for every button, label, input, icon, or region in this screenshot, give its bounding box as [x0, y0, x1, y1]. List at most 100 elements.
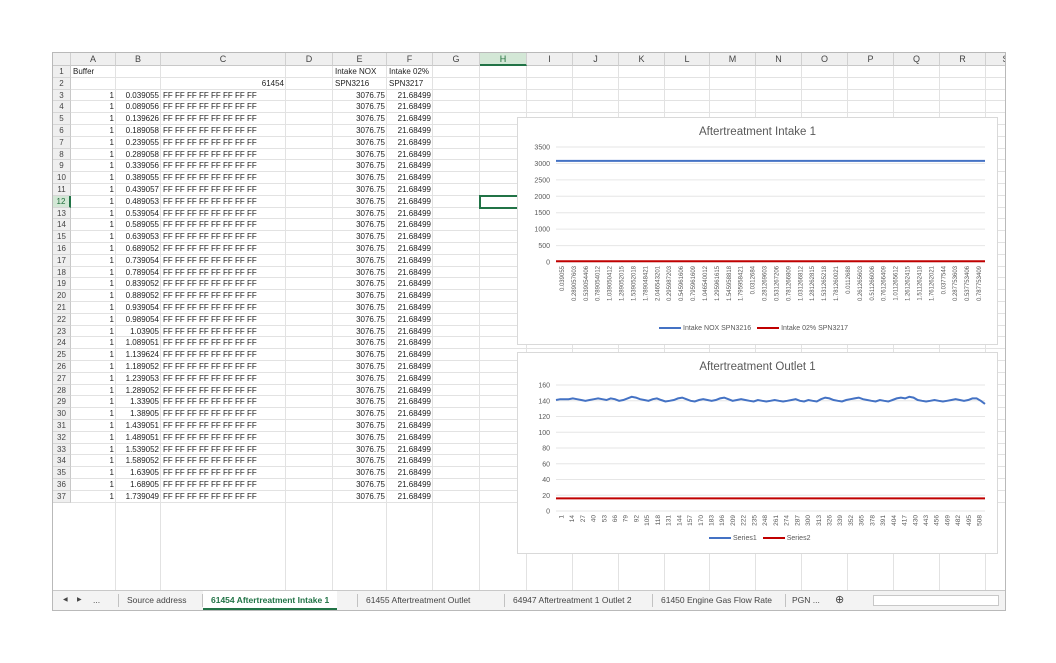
- cell-a22[interactable]: 1: [73, 314, 114, 326]
- cell-a5[interactable]: 1: [73, 113, 114, 125]
- cell-f14[interactable]: 21.68499: [389, 219, 431, 231]
- cell-e13[interactable]: 3076.75: [335, 208, 385, 220]
- cell-a31[interactable]: 1: [73, 420, 114, 432]
- cell-e7[interactable]: 3076.75: [335, 137, 385, 149]
- row-header-17[interactable]: 17: [53, 254, 71, 267]
- column-header-o[interactable]: O: [802, 53, 848, 66]
- cell-c10[interactable]: FF FF FF FF FF FF FF FF: [163, 172, 284, 184]
- row-header-20[interactable]: 20: [53, 290, 71, 302]
- cell-a7[interactable]: 1: [73, 137, 114, 149]
- cell-e24[interactable]: 3076.75: [335, 337, 385, 349]
- cell-c19[interactable]: FF FF FF FF FF FF FF FF: [163, 278, 284, 290]
- cell-e18[interactable]: 3076.75: [335, 267, 385, 279]
- cell-f10[interactable]: 21.68499: [389, 172, 431, 184]
- cell-a16[interactable]: 1: [73, 243, 114, 255]
- cell-b25[interactable]: 1.139624: [118, 349, 159, 361]
- cell-f25[interactable]: 21.68499: [389, 349, 431, 361]
- sheet-nav-prev-icon[interactable]: ◀: [63, 591, 68, 610]
- cell-f30[interactable]: 21.68499: [389, 408, 431, 420]
- row-header-13[interactable]: 13: [53, 207, 71, 220]
- cell-b14[interactable]: 0.589055: [118, 219, 159, 231]
- cell-a26[interactable]: 1: [73, 361, 114, 373]
- cell-e5[interactable]: 3076.75: [335, 113, 385, 125]
- cell-a4[interactable]: 1: [73, 101, 114, 113]
- row-header-1[interactable]: 1: [53, 66, 71, 78]
- cell-c24[interactable]: FF FF FF FF FF FF FF FF: [163, 337, 284, 349]
- cell-a30[interactable]: 1: [73, 408, 114, 420]
- cell-e11[interactable]: 3076.75: [335, 184, 385, 196]
- cell-c7[interactable]: FF FF FF FF FF FF FF FF: [163, 137, 284, 149]
- sheet-tab-4[interactable]: 64947 Aftertreatment 1 Outlet 2: [505, 591, 640, 610]
- cell-b37[interactable]: 1.739049: [118, 491, 159, 503]
- row-header-12[interactable]: 12: [53, 195, 71, 208]
- cell-c21[interactable]: FF FF FF FF FF FF FF FF: [163, 302, 284, 314]
- sheet-tabs-overflow-button[interactable]: ...: [93, 591, 100, 610]
- cell-e1[interactable]: Intake NOX: [335, 66, 385, 78]
- cell-b10[interactable]: 0.389055: [118, 172, 159, 184]
- cell-a21[interactable]: 1: [73, 302, 114, 314]
- cell-a9[interactable]: 1: [73, 160, 114, 172]
- cell-b36[interactable]: 1.68905: [118, 479, 159, 491]
- cell-c33[interactable]: FF FF FF FF FF FF FF FF: [163, 444, 284, 456]
- cell-c30[interactable]: FF FF FF FF FF FF FF FF: [163, 408, 284, 420]
- cell-c14[interactable]: FF FF FF FF FF FF FF FF: [163, 219, 284, 231]
- cell-e20[interactable]: 3076.75: [335, 290, 385, 302]
- cell-b23[interactable]: 1.03905: [118, 326, 159, 338]
- cell-f28[interactable]: 21.68499: [389, 385, 431, 397]
- cell-c22[interactable]: FF FF FF FF FF FF FF FF: [163, 314, 284, 326]
- column-header-d[interactable]: D: [286, 53, 333, 66]
- column-header-h[interactable]: H: [480, 53, 527, 66]
- cell-f1[interactable]: Intake 02%: [389, 66, 431, 78]
- sheet-nav-next-icon[interactable]: ▶: [77, 591, 82, 610]
- column-header-c[interactable]: C: [161, 53, 286, 66]
- cell-c29[interactable]: FF FF FF FF FF FF FF FF: [163, 396, 284, 408]
- column-header-e[interactable]: E: [333, 53, 387, 66]
- cell-a19[interactable]: 1: [73, 278, 114, 290]
- cell-c3[interactable]: FF FF FF FF FF FF FF FF: [163, 90, 284, 102]
- cell-b9[interactable]: 0.339056: [118, 160, 159, 172]
- cell-f21[interactable]: 21.68499: [389, 302, 431, 314]
- cell-a28[interactable]: 1: [73, 385, 114, 397]
- cell-e25[interactable]: 3076.75: [335, 349, 385, 361]
- row-header-22[interactable]: 22: [53, 313, 71, 326]
- cell-f6[interactable]: 21.68499: [389, 125, 431, 137]
- cell-f5[interactable]: 21.68499: [389, 113, 431, 125]
- row-header-18[interactable]: 18: [53, 266, 71, 279]
- cell-e2[interactable]: SPN3216: [335, 78, 385, 90]
- column-header-f[interactable]: F: [387, 53, 433, 66]
- sheet-tab-2[interactable]: 61454 Aftertreatment Intake 1: [203, 591, 338, 610]
- cell-c12[interactable]: FF FF FF FF FF FF FF FF: [163, 196, 284, 208]
- worksheet-grid[interactable]: ABCDEFGHIJKLMNOPQRS 1 Buffer Intake NOX Inta…: [53, 53, 1005, 590]
- row-header-11[interactable]: 11: [53, 184, 71, 196]
- cell-f26[interactable]: 21.68499: [389, 361, 431, 373]
- cell-b4[interactable]: 0.089056: [118, 101, 159, 113]
- cell-a1[interactable]: Buffer: [73, 66, 114, 78]
- row-header-7[interactable]: 7: [53, 136, 71, 149]
- row-header-29[interactable]: 29: [53, 396, 71, 409]
- cell-a15[interactable]: 1: [73, 231, 114, 243]
- row-header-3[interactable]: 3: [53, 89, 71, 102]
- column-header-j[interactable]: J: [573, 53, 619, 66]
- cell-e9[interactable]: 3076.75: [335, 160, 385, 172]
- cell-e3[interactable]: 3076.75: [335, 90, 385, 102]
- cell-f24[interactable]: 21.68499: [389, 337, 431, 349]
- cell-c37[interactable]: FF FF FF FF FF FF FF FF: [163, 491, 284, 503]
- cell-b19[interactable]: 0.839052: [118, 278, 159, 290]
- row-header-5[interactable]: 5: [53, 113, 71, 125]
- cell-e29[interactable]: 3076.75: [335, 396, 385, 408]
- row-header-32[interactable]: 32: [53, 431, 71, 444]
- cell-b11[interactable]: 0.439057: [118, 184, 159, 196]
- row-header-27[interactable]: 27: [53, 372, 71, 385]
- add-sheet-icon[interactable]: ⊕: [835, 591, 844, 610]
- cell-c6[interactable]: FF FF FF FF FF FF FF FF: [163, 125, 284, 137]
- cell-e33[interactable]: 3076.75: [335, 444, 385, 456]
- cell-c23[interactable]: FF FF FF FF FF FF FF FF: [163, 326, 284, 338]
- cell-b20[interactable]: 0.889052: [118, 290, 159, 302]
- cell-a11[interactable]: 1: [73, 184, 114, 196]
- cell-b31[interactable]: 1.439051: [118, 420, 159, 432]
- cell-a12[interactable]: 1: [73, 196, 114, 208]
- horizontal-scrollbar[interactable]: [873, 595, 999, 606]
- cell-b30[interactable]: 1.38905: [118, 408, 159, 420]
- row-header-4[interactable]: 4: [53, 101, 71, 114]
- row-header-36[interactable]: 36: [53, 479, 71, 491]
